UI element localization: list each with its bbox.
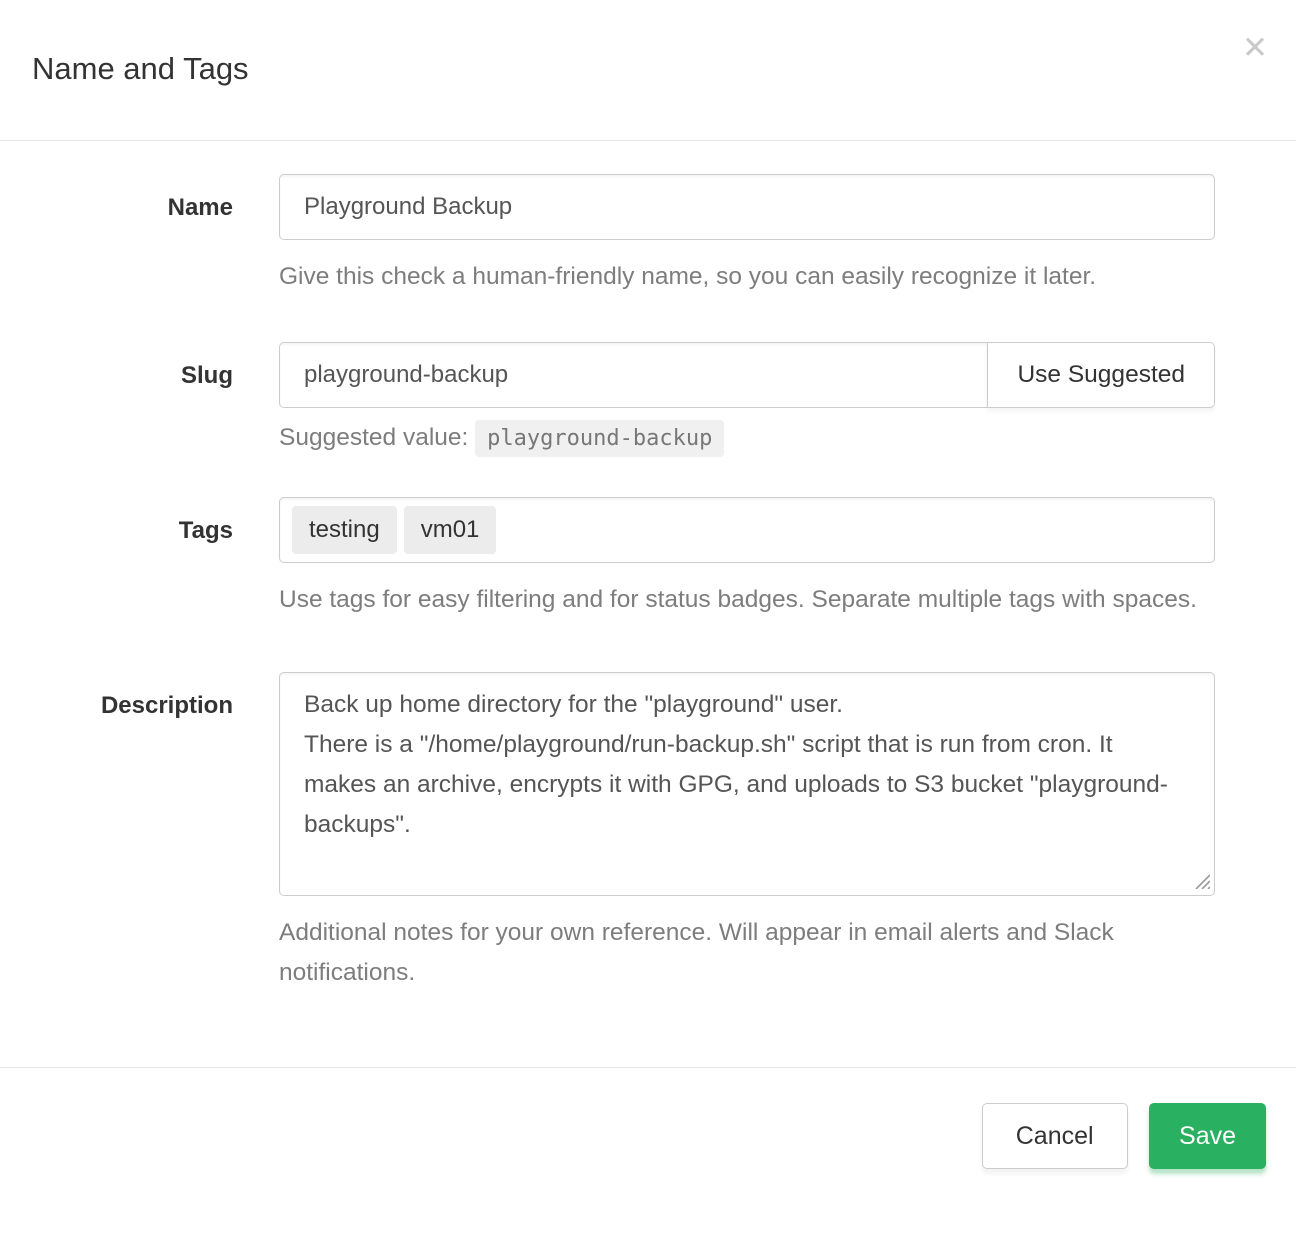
description-help-text: Additional notes for your own reference.… — [279, 913, 1215, 993]
modal-footer: Cancel Save — [0, 1067, 1296, 1169]
cancel-button[interactable]: Cancel — [982, 1103, 1128, 1169]
description-form-group: Description Back up home directory for t… — [32, 672, 1215, 993]
suggested-value-line: Suggested value: playground-backup — [279, 424, 1215, 452]
modal-body: Name Give this check a human-friendly na… — [0, 141, 1296, 993]
slug-form-group: Slug Use Suggested Suggested value: play… — [32, 342, 1215, 452]
close-icon[interactable]: ✕ — [1242, 32, 1268, 63]
tags-help-text: Use tags for easy filtering and for stat… — [279, 580, 1215, 620]
name-form-group: Name Give this check a human-friendly na… — [32, 174, 1215, 297]
tag-chip: vm01 — [404, 506, 497, 554]
name-help-text: Give this check a human-friendly name, s… — [279, 257, 1215, 297]
save-button[interactable]: Save — [1149, 1103, 1266, 1169]
modal-header: Name and Tags ✕ — [0, 0, 1296, 141]
name-input[interactable] — [279, 174, 1215, 240]
resize-handle-icon[interactable] — [1193, 872, 1210, 889]
name-and-tags-modal: Name and Tags ✕ Name Give this check a h… — [0, 0, 1296, 1254]
suggested-value-code: playground-backup — [475, 420, 724, 457]
description-textarea[interactable]: Back up home directory for the "playgrou… — [279, 672, 1215, 896]
page-title: Name and Tags — [32, 47, 1264, 91]
description-label: Description — [32, 672, 233, 993]
tag-chip: testing — [292, 506, 397, 554]
slug-input-group: Use Suggested — [279, 342, 1215, 408]
tags-form-group: Tags testing vm01 Use tags for easy filt… — [32, 497, 1215, 620]
name-label: Name — [32, 174, 233, 297]
tags-label: Tags — [32, 497, 233, 620]
slug-input[interactable] — [279, 342, 988, 408]
tags-input[interactable]: testing vm01 — [279, 497, 1215, 563]
suggested-value-prefix: Suggested value: — [279, 424, 468, 451]
use-suggested-button[interactable]: Use Suggested — [987, 342, 1215, 408]
slug-label: Slug — [32, 342, 233, 452]
